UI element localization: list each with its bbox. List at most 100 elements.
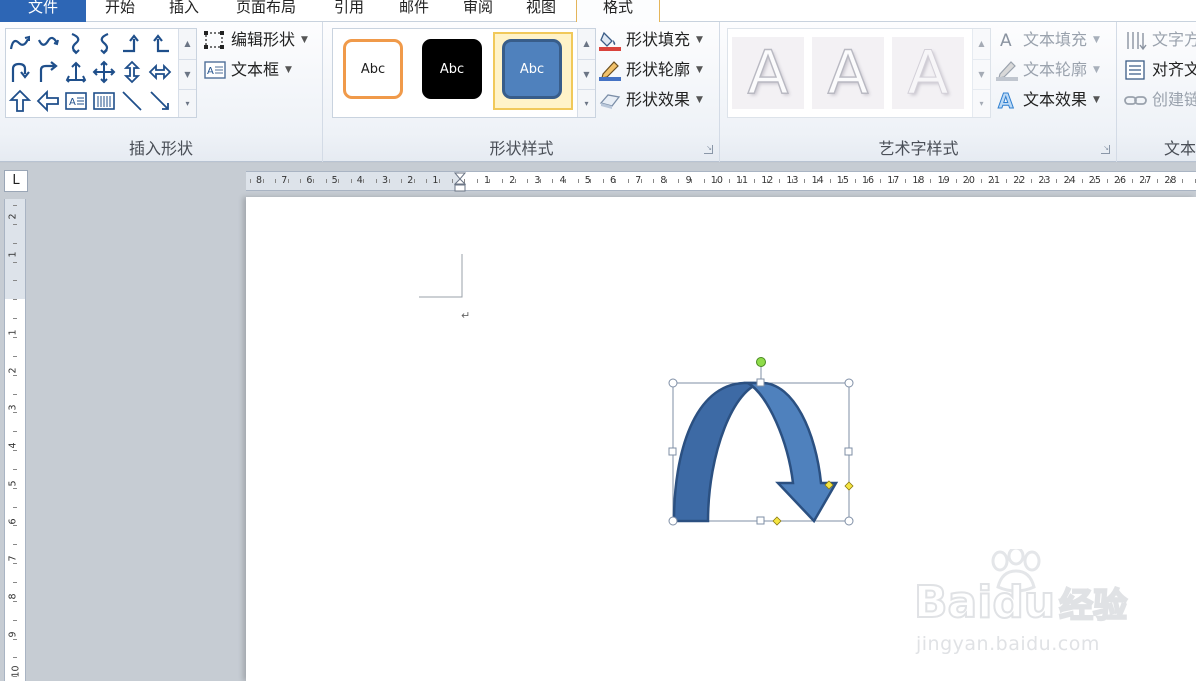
ruler-tick [943,179,944,183]
indent-marker-icon[interactable] [454,172,466,192]
shape-up-down-arrow-icon[interactable] [120,60,144,84]
style-gallery-more[interactable]: ▾ [577,89,595,117]
shape-gallery-scroll-up[interactable]: ▲ [178,29,196,59]
shape-line-icon[interactable] [120,89,144,113]
shape-left-arrow-icon[interactable] [36,89,60,113]
text-fill-icon: A [995,29,1019,51]
tab-file[interactable]: 文件 [0,0,86,22]
shape-curved-right-icon[interactable] [64,31,88,55]
shape-style-preset-3[interactable]: Abc [502,39,562,99]
resize-handle-top[interactable] [756,378,765,387]
shape-arrow-line-icon[interactable] [148,89,172,113]
shape-bent-arrow-icon[interactable] [36,60,60,84]
scroll-down-icon: ▼ [583,70,590,79]
tab-mailings[interactable]: 邮件 [392,0,436,22]
scroll-up-icon: ▲ [978,39,985,48]
horizontal-ruler[interactable]: 8765432112345678910111213141516171819202… [246,171,1196,192]
ruler-tick [779,179,781,183]
shape-gallery-scroll-down[interactable]: ▼ [178,59,196,89]
svg-text:A: A [998,89,1014,111]
shape-style-preset-1[interactable]: Abc [343,39,403,99]
ruler-tick [905,179,907,183]
tab-review[interactable]: 审阅 [456,0,500,22]
resize-handle-top-left[interactable] [668,378,678,388]
shape-style-preset-2[interactable]: Abc [422,39,482,99]
shape-quad-arrow-icon[interactable] [92,60,116,84]
wordart-dialog-launcher[interactable]: ↘ [1101,145,1110,154]
ruler-tick [1132,179,1133,183]
ruler-tick [854,179,856,183]
svg-text:A: A [69,97,76,108]
resize-handle-bottom-left[interactable] [668,516,678,526]
text-direction-button[interactable]: 文字方向 [1124,28,1196,52]
shape-style-gallery[interactable]: Abc Abc Abc ▲ ▼ ▾ [332,28,596,118]
tab-insert[interactable]: 插入 [163,0,205,22]
tab-selector[interactable]: L [4,170,28,192]
shape-effects-button[interactable]: 形状效果 ▼ [598,88,703,112]
document-page[interactable]: ↵ Baidu 经验 jingyan.baidu.com [246,197,1196,681]
shape-style-preset-label: Abc [439,61,465,77]
ruler-tick [250,179,251,183]
text-fill-label: 文本填充 [1023,30,1088,49]
tab-page-layout[interactable]: 页面布局 [228,0,304,22]
text-outline-button[interactable]: 文本轮廓 ▼ [995,58,1100,82]
shape-curved-left-icon[interactable] [92,31,116,55]
adjust-handle[interactable] [844,481,854,491]
shape-outline-button[interactable]: 形状轮廓 ▼ [598,58,703,82]
wordart-gallery-scroll-down[interactable]: ▼ [972,59,990,89]
tab-references[interactable]: 引用 [327,0,371,22]
ruler-tick [300,179,302,183]
tab-format[interactable]: 格式 [576,0,660,22]
style-gallery-scroll-up[interactable]: ▲ [577,29,595,59]
ruler-tick [703,179,705,183]
vertical-ruler[interactable]: 2 1 1 2 3 4 5 6 7 8 9 10 [4,199,26,681]
wordart-gallery-more[interactable]: ▾ [972,89,990,117]
shape-u-turn-icon[interactable] [8,60,32,84]
ruler-number: 6 [7,517,19,525]
style-gallery-scroll-down[interactable]: ▼ [577,59,595,89]
dropdown-arrow-icon: ▼ [1093,95,1100,105]
paragraph-mark: ↵ [461,309,471,322]
adjust-handle[interactable] [772,516,782,526]
shape-wave-arrow-icon[interactable] [36,31,60,55]
resize-handle-bottom[interactable] [756,516,765,525]
shape-curved-arrow-icon[interactable] [8,31,32,55]
rotation-handle[interactable] [756,357,766,367]
shape-vertical-text-box-icon[interactable] [92,89,116,113]
ruler-tick [376,179,377,183]
ruler-tick [791,179,793,183]
curved-arrow-shape[interactable] [666,353,856,528]
ruler-tick [1081,179,1083,183]
edit-shape-button[interactable]: 编辑形状 ▼ [203,28,308,52]
shape-gallery[interactable]: A ▲ ▼ ▾ [5,28,197,118]
shape-bent-up-arrow-icon[interactable] [120,31,144,55]
resize-handle-left[interactable] [668,447,677,456]
shape-up-arrow-icon[interactable] [8,89,32,113]
shape-fill-button[interactable]: 形状填充 ▼ [598,28,703,52]
wordart-style-2[interactable]: A [812,37,884,109]
shape-left-up-arrow-icon[interactable] [148,31,172,55]
ruler-number: 3 [7,404,19,411]
wordart-gallery-scroll-up[interactable]: ▲ [972,29,990,59]
text-box-button[interactable]: A 文本框 ▼ [203,58,292,82]
ruler-tick [350,179,352,183]
scroll-down-icon: ▼ [978,70,985,79]
wordart-gallery[interactable]: A A A ▲ ▼ ▾ [727,28,991,118]
resize-handle-right[interactable] [844,447,853,456]
shape-up-down-split-icon[interactable] [64,60,88,84]
shape-styles-dialog-launcher[interactable]: ↘ [704,145,713,154]
shape-gallery-more[interactable]: ▾ [178,89,196,117]
resize-handle-bottom-right[interactable] [844,516,854,526]
text-fill-button[interactable]: A 文本填充 ▼ [995,28,1100,52]
text-effects-button[interactable]: A 文本效果 ▼ [995,88,1100,114]
wordart-style-1[interactable]: A [732,37,804,109]
resize-handle-top-right[interactable] [844,378,854,388]
shape-left-right-arrow-icon[interactable] [148,60,172,84]
wordart-style-3[interactable]: A [892,37,964,109]
align-text-button[interactable]: 对齐文本 [1124,58,1196,82]
tab-home[interactable]: 开始 [98,0,142,22]
dropdown-arrow-icon: ▼ [1093,65,1100,75]
shape-text-box-icon[interactable]: A [64,89,88,113]
create-link-button[interactable]: 创建链接 [1124,88,1196,112]
tab-view[interactable]: 视图 [519,0,563,22]
